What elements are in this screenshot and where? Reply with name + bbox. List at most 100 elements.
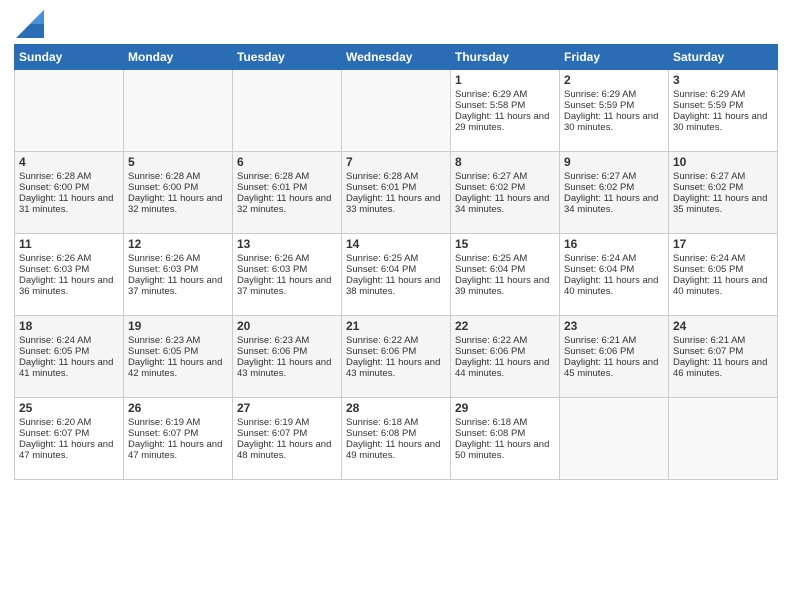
day-number: 5 bbox=[128, 155, 228, 169]
day-number: 12 bbox=[128, 237, 228, 251]
day-info: Sunset: 6:03 PM bbox=[237, 264, 337, 275]
day-info: Sunrise: 6:18 AM bbox=[346, 417, 446, 428]
day-info: Daylight: 11 hours and 49 minutes. bbox=[346, 439, 446, 461]
day-info: Sunset: 6:06 PM bbox=[455, 346, 555, 357]
calendar-cell: 18Sunrise: 6:24 AMSunset: 6:05 PMDayligh… bbox=[15, 316, 124, 398]
calendar-cell bbox=[124, 70, 233, 152]
calendar-cell: 11Sunrise: 6:26 AMSunset: 6:03 PMDayligh… bbox=[15, 234, 124, 316]
day-info: Daylight: 11 hours and 40 minutes. bbox=[673, 275, 773, 297]
day-info: Sunrise: 6:28 AM bbox=[346, 171, 446, 182]
day-info: Daylight: 11 hours and 46 minutes. bbox=[673, 357, 773, 379]
calendar-cell: 14Sunrise: 6:25 AMSunset: 6:04 PMDayligh… bbox=[342, 234, 451, 316]
day-info: Daylight: 11 hours and 30 minutes. bbox=[564, 111, 664, 133]
day-info: Sunrise: 6:20 AM bbox=[19, 417, 119, 428]
day-info: Daylight: 11 hours and 41 minutes. bbox=[19, 357, 119, 379]
day-info: Sunset: 6:02 PM bbox=[455, 182, 555, 193]
day-info: Daylight: 11 hours and 31 minutes. bbox=[19, 193, 119, 215]
day-info: Sunset: 6:03 PM bbox=[128, 264, 228, 275]
day-info: Sunset: 6:06 PM bbox=[564, 346, 664, 357]
day-number: 22 bbox=[455, 319, 555, 333]
day-number: 13 bbox=[237, 237, 337, 251]
day-info: Sunrise: 6:24 AM bbox=[673, 253, 773, 264]
dow-header: Wednesday bbox=[342, 45, 451, 70]
day-info: Daylight: 11 hours and 50 minutes. bbox=[455, 439, 555, 461]
day-info: Daylight: 11 hours and 37 minutes. bbox=[128, 275, 228, 297]
day-info: Daylight: 11 hours and 47 minutes. bbox=[19, 439, 119, 461]
day-number: 9 bbox=[564, 155, 664, 169]
day-info: Sunset: 6:06 PM bbox=[346, 346, 446, 357]
calendar-cell bbox=[560, 398, 669, 480]
day-info: Sunrise: 6:21 AM bbox=[564, 335, 664, 346]
day-info: Sunrise: 6:26 AM bbox=[128, 253, 228, 264]
calendar-cell: 22Sunrise: 6:22 AMSunset: 6:06 PMDayligh… bbox=[451, 316, 560, 398]
day-number: 15 bbox=[455, 237, 555, 251]
calendar-cell bbox=[342, 70, 451, 152]
day-info: Sunset: 6:08 PM bbox=[346, 428, 446, 439]
dow-header: Friday bbox=[560, 45, 669, 70]
calendar-cell: 3Sunrise: 6:29 AMSunset: 5:59 PMDaylight… bbox=[669, 70, 778, 152]
calendar-cell: 25Sunrise: 6:20 AMSunset: 6:07 PMDayligh… bbox=[15, 398, 124, 480]
calendar-cell: 1Sunrise: 6:29 AMSunset: 5:58 PMDaylight… bbox=[451, 70, 560, 152]
header bbox=[14, 10, 778, 38]
day-number: 19 bbox=[128, 319, 228, 333]
day-number: 16 bbox=[564, 237, 664, 251]
calendar-cell: 8Sunrise: 6:27 AMSunset: 6:02 PMDaylight… bbox=[451, 152, 560, 234]
calendar-cell: 28 Sunrise: 6:18 AMSunset: 6:08 PMDayligh… bbox=[342, 398, 451, 480]
day-info: Daylight: 11 hours and 37 minutes. bbox=[237, 275, 337, 297]
day-number: 4 bbox=[19, 155, 119, 169]
calendar-cell bbox=[15, 70, 124, 152]
calendar-cell: 29Sunrise: 6:18 AMSunset: 6:08 PMDayligh… bbox=[451, 398, 560, 480]
day-number: 29 bbox=[455, 401, 555, 415]
day-info: Sunset: 6:07 PM bbox=[128, 428, 228, 439]
day-info: Sunset: 6:01 PM bbox=[237, 182, 337, 193]
day-info: Sunset: 6:03 PM bbox=[19, 264, 119, 275]
day-info: Sunrise: 6:21 AM bbox=[673, 335, 773, 346]
day-info: Daylight: 11 hours and 39 minutes. bbox=[455, 275, 555, 297]
calendar-cell: 20Sunrise: 6:23 AMSunset: 6:06 PMDayligh… bbox=[233, 316, 342, 398]
day-number: 18 bbox=[19, 319, 119, 333]
calendar-cell: 5Sunrise: 6:28 AMSunset: 6:00 PMDaylight… bbox=[124, 152, 233, 234]
calendar-cell bbox=[233, 70, 342, 152]
day-info: Daylight: 11 hours and 45 minutes. bbox=[564, 357, 664, 379]
calendar-table: SundayMondayTuesdayWednesdayThursdayFrid… bbox=[14, 44, 778, 480]
day-info: Sunset: 6:00 PM bbox=[128, 182, 228, 193]
calendar-cell: 26Sunrise: 6:19 AMSunset: 6:07 PMDayligh… bbox=[124, 398, 233, 480]
day-number: 14 bbox=[346, 237, 446, 251]
day-info: Sunrise: 6:19 AM bbox=[237, 417, 337, 428]
day-info: Sunrise: 6:27 AM bbox=[673, 171, 773, 182]
day-info: Daylight: 11 hours and 38 minutes. bbox=[346, 275, 446, 297]
day-info: Sunset: 6:00 PM bbox=[19, 182, 119, 193]
day-info: Sunset: 5:59 PM bbox=[673, 100, 773, 111]
day-info: Daylight: 11 hours and 48 minutes. bbox=[237, 439, 337, 461]
day-number: 28 bbox=[346, 401, 446, 415]
day-info: Daylight: 11 hours and 43 minutes. bbox=[237, 357, 337, 379]
day-info: Sunrise: 6:26 AM bbox=[237, 253, 337, 264]
day-info: Sunset: 6:02 PM bbox=[673, 182, 773, 193]
dow-header: Saturday bbox=[669, 45, 778, 70]
day-info: Sunrise: 6:26 AM bbox=[19, 253, 119, 264]
day-info: Sunset: 5:59 PM bbox=[564, 100, 664, 111]
day-info: Sunrise: 6:27 AM bbox=[564, 171, 664, 182]
day-info: Daylight: 11 hours and 43 minutes. bbox=[346, 357, 446, 379]
day-info: Sunrise: 6:23 AM bbox=[237, 335, 337, 346]
day-info: Daylight: 11 hours and 47 minutes. bbox=[128, 439, 228, 461]
day-info: Sunrise: 6:22 AM bbox=[455, 335, 555, 346]
day-info: Sunset: 6:01 PM bbox=[346, 182, 446, 193]
day-info: Sunset: 6:05 PM bbox=[19, 346, 119, 357]
day-info: Sunset: 6:07 PM bbox=[237, 428, 337, 439]
dow-header: Monday bbox=[124, 45, 233, 70]
day-info: Sunrise: 6:28 AM bbox=[19, 171, 119, 182]
calendar-cell: 21Sunrise: 6:22 AMSunset: 6:06 PMDayligh… bbox=[342, 316, 451, 398]
day-info: Sunrise: 6:29 AM bbox=[455, 89, 555, 100]
calendar-cell bbox=[669, 398, 778, 480]
day-number: 11 bbox=[19, 237, 119, 251]
calendar-cell: 4 Sunrise: 6:28 AMSunset: 6:00 PMDaylight… bbox=[15, 152, 124, 234]
calendar-cell: 13 Sunrise: 6:26 AMSunset: 6:03 PMDayligh… bbox=[233, 234, 342, 316]
day-info: Daylight: 11 hours and 33 minutes. bbox=[346, 193, 446, 215]
day-info: Sunrise: 6:22 AM bbox=[346, 335, 446, 346]
day-info: Sunrise: 6:27 AM bbox=[455, 171, 555, 182]
day-info: Daylight: 11 hours and 42 minutes. bbox=[128, 357, 228, 379]
day-number: 8 bbox=[455, 155, 555, 169]
day-number: 1 bbox=[455, 73, 555, 87]
dow-header: Tuesday bbox=[233, 45, 342, 70]
